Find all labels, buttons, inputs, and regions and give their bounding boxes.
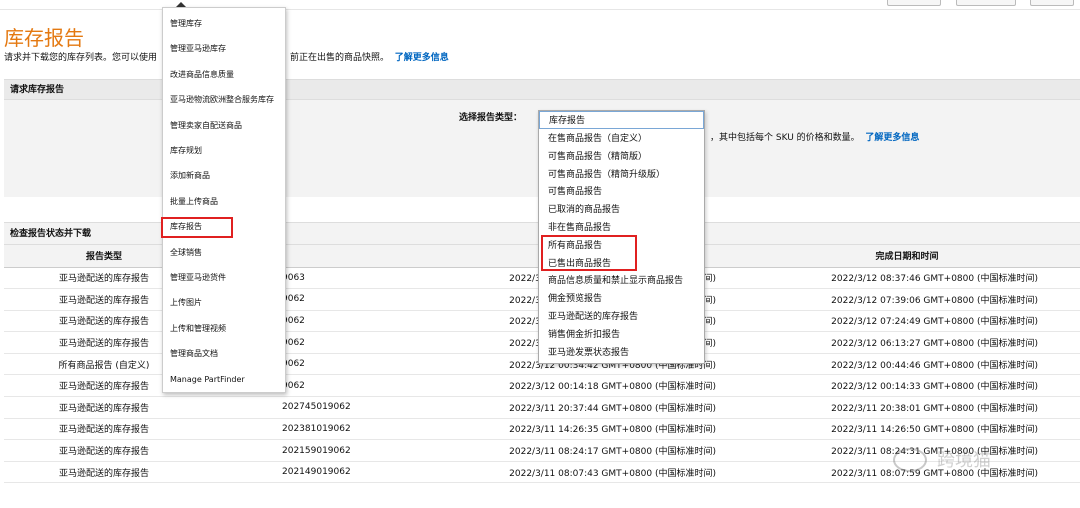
report-type-option[interactable]: 可售商品报告（精简升级版） — [539, 167, 704, 185]
cell-request-id[interactable]: 202149019062 — [204, 461, 404, 484]
table-row: 亚马逊配送的库存报告 202745019062 2022/3/11 20:37:44… — [4, 396, 1080, 419]
menu-item[interactable]: 批量上传商品 — [163, 192, 285, 212]
menu-item[interactable]: 管理亚马逊库存 — [163, 39, 285, 59]
description-tail: 前正在出售的商品快照。 了解更多信息 — [290, 50, 449, 63]
report-type-option[interactable]: 佣金预览报告 — [539, 291, 704, 309]
top-button[interactable] — [887, 0, 941, 6]
cell-request-id[interactable]: 202745019062 — [204, 396, 404, 419]
cell-request-id[interactable]: 202381019062 — [204, 418, 404, 441]
inventory-dropdown-menu: 管理库存管理亚马逊库存 改进商品信息质量 亚马逊物流欧洲整合服务库存 管理卖家自配送商… — [162, 7, 286, 393]
cell-report-type: 亚马逊配送的库存报告 — [4, 461, 204, 484]
menu-item[interactable]: 管理库存 — [163, 14, 285, 34]
cell-completed-date: 2022/3/12 00:44:46 GMT+0800 (中国标准时间) — [734, 353, 1080, 376]
cell-request-date: 2022/3/11 14:26:35 GMT+0800 (中国标准时间) — [404, 418, 734, 441]
learn-more-link[interactable]: 了解更多信息 — [395, 53, 449, 63]
cell-report-type: 亚马逊配送的库存报告 — [4, 396, 204, 419]
menu-item[interactable]: 库存规划 — [163, 141, 285, 161]
report-type-label: 选择报告类型： — [459, 113, 523, 123]
options-highlight-box — [541, 235, 637, 271]
report-type-desc-text: ，其中包括每个 SKU 的价格和数量。 — [710, 133, 860, 143]
cell-completed-date: 2022/3/11 20:38:01 GMT+0800 (中国标准时间) — [734, 396, 1080, 419]
page-title: 库存报告 — [4, 26, 84, 50]
cell-report-type: 亚马逊配送的库存报告 — [4, 418, 204, 441]
menu-highlight-box — [161, 217, 233, 238]
watermark-text: 跨境猫 — [937, 450, 991, 471]
menu-item[interactable]: 亚马逊物流欧洲整合服务库存 — [163, 90, 285, 110]
menu-item[interactable]: Manage PartFinder — [163, 370, 285, 390]
report-type-option[interactable]: 销售佣金折扣报告 — [539, 327, 704, 345]
menu-item[interactable]: 管理亚马逊货件 — [163, 268, 285, 288]
cell-request-id[interactable]: 202159019062 — [204, 439, 404, 462]
menu-item[interactable]: 添加新商品 — [163, 166, 285, 186]
column-completed-date[interactable]: 完成日期和时间 — [734, 245, 1080, 268]
report-type-option[interactable]: 已取消的商品报告 — [539, 202, 704, 220]
cell-completed-date: 2022/3/11 14:26:50 GMT+0800 (中国标准时间) — [734, 418, 1080, 441]
top-button[interactable] — [1030, 0, 1074, 6]
cell-request-date: 2022/3/11 08:24:17 GMT+0800 (中国标准时间) — [404, 439, 734, 462]
page-description: 请求并下载您的库存列表。您可以使用 前正在出售的商品快照。 了解更多信息 — [4, 50, 449, 63]
description-text: 请求并下载您的库存列表。您可以使用 — [4, 53, 158, 63]
menu-item[interactable]: 上传和管理视频 — [163, 319, 285, 339]
cell-request-date: 2022/3/11 20:37:44 GMT+0800 (中国标准时间) — [404, 396, 734, 419]
table-row: 亚马逊配送的库存报告 202381019062 2022/3/11 14:26:35… — [4, 418, 1080, 441]
cell-completed-date: 2022/3/12 08:37:46 GMT+0800 (中国标准时间) — [734, 267, 1080, 290]
menu-item[interactable]: 管理商品文档 — [163, 344, 285, 364]
menu-item[interactable]: 改进商品信息质量 — [163, 65, 285, 85]
menu-item[interactable]: 上传图片 — [163, 293, 285, 313]
report-type-option[interactable]: 在售商品报告（自定义） — [539, 131, 704, 149]
report-type-selected[interactable]: 库存报告 — [539, 111, 704, 129]
report-type-option[interactable]: 商品信息质量和禁止显示商品报告 — [539, 273, 704, 291]
cell-completed-date: 2022/3/12 00:14:33 GMT+0800 (中国标准时间) — [734, 374, 1080, 398]
report-type-option[interactable]: 可售商品报告 — [539, 184, 704, 202]
report-type-option[interactable]: 可售商品报告（精简版） — [539, 149, 704, 167]
cell-completed-date: 2022/3/12 06:13:27 GMT+0800 (中国标准时间) — [734, 331, 1080, 354]
watermark: 跨境猫 — [893, 442, 1053, 482]
description-tail-text: 前正在出售的商品快照。 — [290, 53, 390, 63]
cell-request-date: 2022/3/11 08:07:43 GMT+0800 (中国标准时间) — [404, 461, 734, 484]
watermark-logo-icon — [893, 448, 927, 472]
report-type-description: ，其中包括每个 SKU 的价格和数量。 了解更多信息 — [710, 130, 919, 143]
cell-report-type: 亚马逊配送的库存报告 — [4, 439, 204, 462]
menu-item[interactable]: 管理卖家自配送商品 — [163, 116, 285, 136]
top-button[interactable] — [956, 0, 1016, 6]
cell-completed-date: 2022/3/12 07:39:06 GMT+0800 (中国标准时间) — [734, 288, 1080, 311]
cell-request-date: 2022/3/12 00:14:18 GMT+0800 (中国标准时间) — [404, 374, 734, 398]
menu-item[interactable]: 全球销售 — [163, 243, 285, 263]
report-type-option[interactable]: 亚马逊配送的库存报告 — [539, 309, 704, 327]
report-learn-more-link[interactable]: 了解更多信息 — [865, 133, 919, 143]
cell-completed-date: 2022/3/12 07:24:49 GMT+0800 (中国标准时间) — [734, 310, 1080, 333]
report-type-option[interactable]: 亚马逊发票状态报告 — [539, 345, 704, 363]
